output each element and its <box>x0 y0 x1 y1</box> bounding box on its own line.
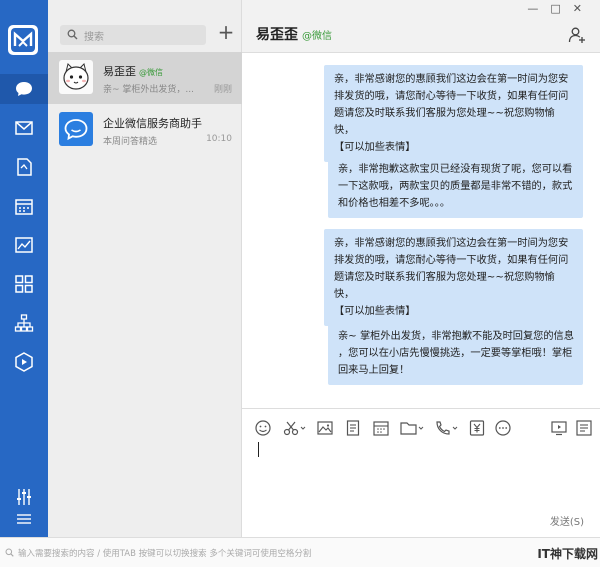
file-text-icon[interactable] <box>344 419 364 437</box>
folder-icon[interactable] <box>400 419 426 437</box>
wechat-tag: @微信 <box>139 68 163 77</box>
conversation-name: 易歪歪 @微信 <box>103 65 163 78</box>
media-nav-icon[interactable] <box>13 351 35 373</box>
apps-nav-icon[interactable] <box>13 273 35 295</box>
watermark: IT神下载网 <box>537 547 598 561</box>
search-icon <box>67 29 78 40</box>
message-line: 回来马上回复！ <box>338 365 410 376</box>
global-search-placeholder: 输入需要搜索的内容 / 使用TAB 按键可以切换搜索 多个关键词可使用空格分割 <box>18 549 312 559</box>
add-icon[interactable]: + <box>216 22 236 44</box>
screenshot-icon[interactable] <box>282 419 308 437</box>
close-button[interactable]: ✕ <box>573 2 594 15</box>
conversation-preview: 本周问答精选 <box>103 137 158 147</box>
message-line: 题请您及时联系我们客服为您处理~~祝您购物愉快， <box>334 272 555 300</box>
document-nav-icon[interactable] <box>13 156 35 178</box>
phone-icon[interactable] <box>434 419 460 437</box>
message-line: 【可以加些表情】 <box>334 142 416 153</box>
message-line: ，您可以在小店先慢慢挑选，一定要等掌柜哦！掌柜 <box>338 348 573 359</box>
menu-icon[interactable] <box>13 508 35 530</box>
organization-nav-icon[interactable] <box>13 312 35 334</box>
chat-panel: —□✕ 易歪歪 @微信 亲，非常感谢您的惠顾我们这边会在第一时间为您安 排发货的哦… <box>242 0 600 537</box>
chat-title: 易歪歪 @微信 <box>256 27 332 43</box>
chat-bubble-icon <box>59 112 93 146</box>
message-line: 和价格也相差不多呢。。。 <box>338 198 451 209</box>
message-line: 一下这款哦，两款宝贝的质量都是非常不错的，款式 <box>338 181 573 192</box>
maximize-button[interactable]: □ <box>550 2 572 15</box>
conversation-item[interactable]: 企业微信服务商助手 本周问答精选 10:10 <box>48 104 242 156</box>
message-line: 排发货的哦，请您耐心等待一下收货，如果有任何问 <box>334 255 569 266</box>
app-logo-icon <box>8 25 38 55</box>
mail-nav-icon[interactable] <box>13 117 35 139</box>
history-icon[interactable] <box>575 419 595 437</box>
message-line: 亲，非常感谢您的惠顾我们这边会在第一时间为您安 <box>334 74 569 85</box>
calendar-nav-icon[interactable] <box>13 195 35 217</box>
message-nav-icon[interactable] <box>13 78 35 100</box>
message-line: 排发货的哦，请您耐心等待一下收货，如果有任何问 <box>334 91 569 102</box>
left-rail <box>0 0 48 537</box>
conversation-list-panel: 搜索 + 易歪歪 @微信 亲~ 掌柜外出发货，... 刚刚 企业微信服务商助手 本… <box>48 0 242 537</box>
message-bubble: 亲，非常抱歉这款宝贝已经没有现货了呢，您可以看 一下这款哦，两款宝贝的质量都是非… <box>328 155 583 218</box>
send-button[interactable]: 发送(S) <box>550 513 584 528</box>
search-box[interactable]: 搜索 <box>60 25 206 45</box>
message-line: 亲，非常感谢您的惠顾我们这边会在第一时间为您安 <box>334 238 569 249</box>
message-line: 【可以加些表情】 <box>334 306 416 317</box>
conversation-time: 10:10 <box>206 134 232 144</box>
calendar-icon[interactable] <box>372 419 392 437</box>
compose-area[interactable]: 发送(S) <box>242 408 600 537</box>
more-icon[interactable] <box>494 419 514 437</box>
report-nav-icon[interactable] <box>13 234 35 256</box>
emoji-icon[interactable] <box>254 419 274 437</box>
global-search-bar[interactable]: 输入需要搜索的内容 / 使用TAB 按键可以切换搜索 多个关键词可使用空格分割 … <box>0 537 600 567</box>
message-line: 亲~ 掌柜外出发货，非常抱歉不能及时回复您的信息 <box>338 331 574 342</box>
window-controls: —□✕ <box>527 2 594 15</box>
add-member-icon[interactable] <box>568 26 586 44</box>
message-bubble: 亲，非常感谢您的惠顾我们这边会在第一时间为您安 排发货的哦，请您耐心等待一下收货… <box>324 65 583 162</box>
app-window: 搜索 + 易歪歪 @微信 亲~ 掌柜外出发货，... 刚刚 企业微信服务商助手 本… <box>0 0 600 567</box>
settings-sliders-icon[interactable] <box>13 486 35 508</box>
message-bubble: 亲~ 掌柜外出发货，非常抱歉不能及时回复您的信息 ，您可以在小店先慢慢挑选，一定… <box>328 322 583 385</box>
payment-icon[interactable] <box>468 419 488 437</box>
screen-share-icon[interactable] <box>550 419 570 437</box>
conversation-preview: 亲~ 掌柜外出发货，... <box>103 85 194 95</box>
image-icon[interactable] <box>316 419 336 437</box>
message-bubble: 亲，非常感谢您的惠顾我们这边会在第一时间为您安 排发货的哦，请您耐心等待一下收货… <box>324 229 583 326</box>
text-cursor <box>258 442 259 457</box>
cat-avatar-icon <box>59 60 93 94</box>
conversation-item[interactable]: 易歪歪 @微信 亲~ 掌柜外出发货，... 刚刚 <box>48 52 242 104</box>
chat-subtitle: @微信 <box>302 31 332 42</box>
message-line: 题请您及时联系我们客服为您处理~~祝您购物愉快， <box>334 108 555 136</box>
message-area: 亲，非常感谢您的惠顾我们这边会在第一时间为您安 排发货的哦，请您耐心等待一下收货… <box>242 53 600 408</box>
conversation-name: 企业微信服务商助手 <box>103 117 202 130</box>
message-line: 亲，非常抱歉这款宝贝已经没有现货了呢，您可以看 <box>338 164 573 175</box>
minimize-button[interactable]: — <box>527 2 550 15</box>
search-icon <box>5 548 14 557</box>
conversation-time: 刚刚 <box>213 85 232 95</box>
search-placeholder: 搜索 <box>84 32 104 43</box>
